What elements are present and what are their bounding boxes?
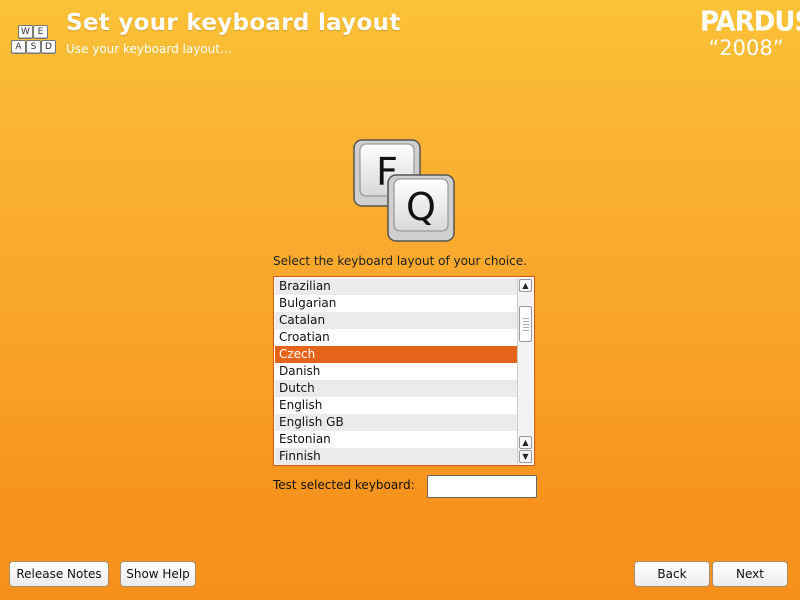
key-q-label: Q xyxy=(406,185,436,229)
layout-prompt: Select the keyboard layout of your choic… xyxy=(273,254,527,268)
grip-icon xyxy=(523,317,529,331)
scroll-up-button[interactable]: ▲ xyxy=(519,279,532,292)
back-button[interactable]: Back xyxy=(634,561,710,587)
layout-item-catalan[interactable]: Catalan xyxy=(275,312,519,329)
show-help-button[interactable]: Show Help xyxy=(120,561,196,587)
layout-item-finnish[interactable]: Finnish xyxy=(275,448,519,465)
keyboard-layout-fq-icon: F Q xyxy=(353,139,455,242)
layout-item-danish[interactable]: Danish xyxy=(275,363,519,380)
page-title: Set your keyboard layout xyxy=(66,10,401,36)
release-notes-button[interactable]: Release Notes xyxy=(9,561,109,587)
layout-item-english[interactable]: English xyxy=(275,397,519,414)
test-keyboard-label: Test selected keyboard: xyxy=(273,478,415,492)
next-button[interactable]: Next xyxy=(712,561,788,587)
layout-item-english-gb[interactable]: English GB xyxy=(275,414,519,431)
list-scrollbar[interactable]: ▲ ▲ ▼ xyxy=(517,278,533,464)
keyboard-keys-icon: W E A S D xyxy=(9,25,57,57)
layout-item-estonian[interactable]: Estonian xyxy=(275,431,519,448)
layout-item-croatian[interactable]: Croatian xyxy=(275,329,519,346)
page-subtitle: Use your keyboard layout... xyxy=(66,42,232,56)
layout-item-czech[interactable]: Czech xyxy=(275,346,519,363)
logo-year: “2008” xyxy=(708,36,784,60)
keyboard-layout-list[interactable]: Brazilian Bulgarian Catalan Croatian Czech Da… xyxy=(273,276,535,466)
key-e: E xyxy=(33,25,48,39)
key-s: S xyxy=(26,40,41,54)
pardus-logo: PARDUS “2008” xyxy=(700,6,800,70)
test-keyboard-input[interactable] xyxy=(427,475,537,498)
layout-item-bulgarian[interactable]: Bulgarian xyxy=(275,295,519,312)
layout-item-brazilian[interactable]: Brazilian xyxy=(275,278,519,295)
key-w: W xyxy=(18,25,33,39)
layout-list-items: Brazilian Bulgarian Catalan Croatian Czech Da… xyxy=(275,278,519,465)
scroll-down-button[interactable]: ▼ xyxy=(519,450,532,463)
scroll-thumb[interactable] xyxy=(519,306,532,342)
layout-item-dutch[interactable]: Dutch xyxy=(275,380,519,397)
key-a: A xyxy=(11,40,26,54)
key-d: D xyxy=(41,40,56,54)
logo-brand: PARDUS xyxy=(700,6,800,38)
scroll-up-button-lower[interactable]: ▲ xyxy=(519,436,532,449)
